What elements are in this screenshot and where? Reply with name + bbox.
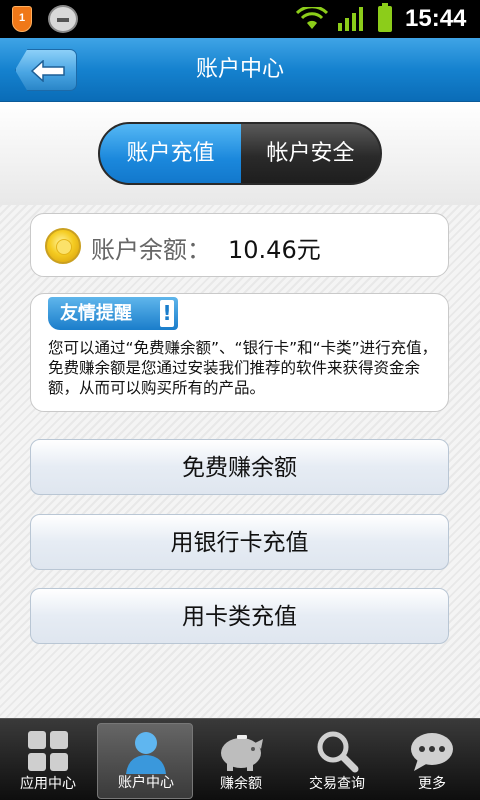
notification-count: 1 [18,12,26,24]
main-content: 账户余额： 10.46元 友情提醒 ! 您可以通过“免费赚余额”、“银行卡”和“… [0,205,480,718]
segmented-control: 账户充值 帐户安全 [98,122,382,185]
status-time: 15:44 [405,5,467,32]
tab-account-security[interactable]: 帐户安全 [241,124,380,183]
usb-icon [48,5,78,33]
exclamation-icon: ! [160,300,174,327]
card-recharge-button[interactable]: 用卡类充值 [30,588,449,644]
nav-label: 交易查询 [309,776,365,792]
nav-label: 更多 [418,776,446,792]
tabs-area: 账户充值 帐户安全 [0,102,480,205]
nav-label: 赚余额 [220,776,262,792]
balance-label: 账户余额： [91,236,211,264]
status-bar: 1 15:44 [0,0,480,38]
nav-item-earn-balance[interactable]: 赚余额 [193,723,289,799]
more-chat-icon [411,733,453,771]
free-earn-balance-button[interactable]: 免费赚余额 [30,439,449,495]
notice-title-badge: 友情提醒 ! [48,297,178,330]
notice-card: 友情提醒 ! 您可以通过“免费赚余额”、“银行卡”和“卡类”进行充值，免费赚余额… [30,293,449,412]
nav-item-more[interactable]: 更多 [384,723,480,799]
user-icon [126,732,166,774]
header: 账户中心 [0,38,480,102]
notification-badge-icon[interactable]: 1 [12,6,32,32]
notice-text: 您可以通过“免费赚余额”、“银行卡”和“卡类”进行充值，免费赚余额是您通过安装我… [48,339,438,397]
search-icon [317,731,359,773]
battery-icon [378,3,392,32]
balance-value: 10.46元 [228,236,321,264]
bank-card-recharge-button[interactable]: 用银行卡充值 [30,514,449,570]
back-button[interactable] [15,49,77,91]
nav-item-app-center[interactable]: 应用中心 [0,723,96,799]
balance-card: 账户余额： 10.46元 [30,213,449,277]
nav-item-transaction-query[interactable]: 交易查询 [289,723,385,799]
coin-icon [45,228,81,264]
wifi-icon [296,7,328,29]
notice-title: 友情提醒 [60,303,132,324]
nav-item-account-center[interactable]: 账户中心 [97,723,193,799]
nav-label: 应用中心 [20,776,76,792]
signal-icon [338,7,363,31]
grid-icon [28,731,68,771]
bottom-nav: 应用中心 账户中心 赚余额 交易查询 更多 [0,718,480,800]
nav-label: 账户中心 [118,775,174,791]
back-arrow-icon [30,60,65,82]
piggy-bank-icon [221,735,263,771]
tab-account-recharge[interactable]: 账户充值 [100,124,241,183]
